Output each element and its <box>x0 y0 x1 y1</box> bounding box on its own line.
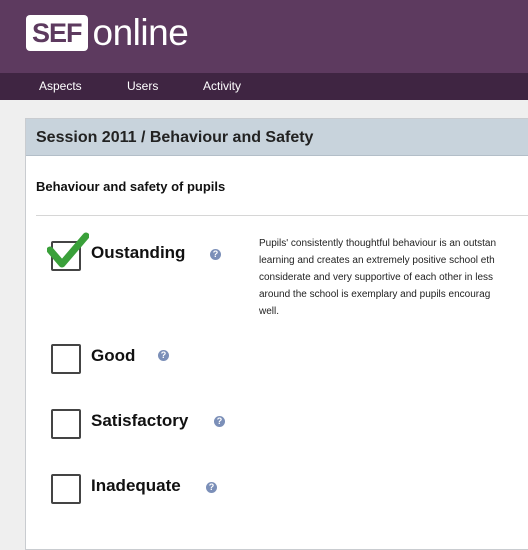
description-line: considerate and very supportive of each … <box>259 272 494 283</box>
outstanding-label: Oustanding <box>91 243 186 262</box>
good-label: Good <box>91 346 136 365</box>
page-title: Session 2011 / Behaviour and Safety <box>36 129 314 146</box>
good-help-icon[interactable]: ? <box>158 350 169 361</box>
sef-online-logo[interactable]: SEF online <box>26 12 189 53</box>
satisfactory-help-icon[interactable]: ? <box>214 416 225 427</box>
nav-users[interactable]: Users <box>127 79 158 93</box>
main-nav: Aspects Users Activity <box>0 73 528 100</box>
panel-header: Session 2011 / Behaviour and Safety <box>26 119 528 156</box>
satisfactory-label: Satisfactory <box>91 411 189 430</box>
description-line: Pupils' consistently thoughtful behaviou… <box>259 238 497 249</box>
section-title: Behaviour and safety of pupils <box>36 179 226 194</box>
satisfactory-checkbox[interactable] <box>51 409 81 439</box>
checkmark-icon <box>47 232 89 268</box>
divider <box>36 215 528 216</box>
inadequate-label: Inadequate <box>91 476 181 495</box>
logo-text: online <box>92 12 189 53</box>
assessment-panel: Session 2011 / Behaviour and Safety Beha… <box>25 118 528 550</box>
inadequate-help-icon[interactable]: ? <box>206 482 217 493</box>
app-header: SEF online <box>0 0 528 73</box>
inadequate-checkbox[interactable] <box>51 474 81 504</box>
logo-box: SEF <box>26 15 88 51</box>
description-line: well. <box>259 306 280 317</box>
nav-activity[interactable]: Activity <box>203 79 241 93</box>
good-checkbox[interactable] <box>51 344 81 374</box>
outstanding-description: Pupils' consistently thoughtful behaviou… <box>259 235 528 320</box>
nav-aspects[interactable]: Aspects <box>39 79 82 93</box>
description-line: learning and creates an extremely positi… <box>259 255 495 266</box>
outstanding-help-icon[interactable]: ? <box>210 249 221 260</box>
description-line: around the school is exemplary and pupil… <box>259 289 491 300</box>
